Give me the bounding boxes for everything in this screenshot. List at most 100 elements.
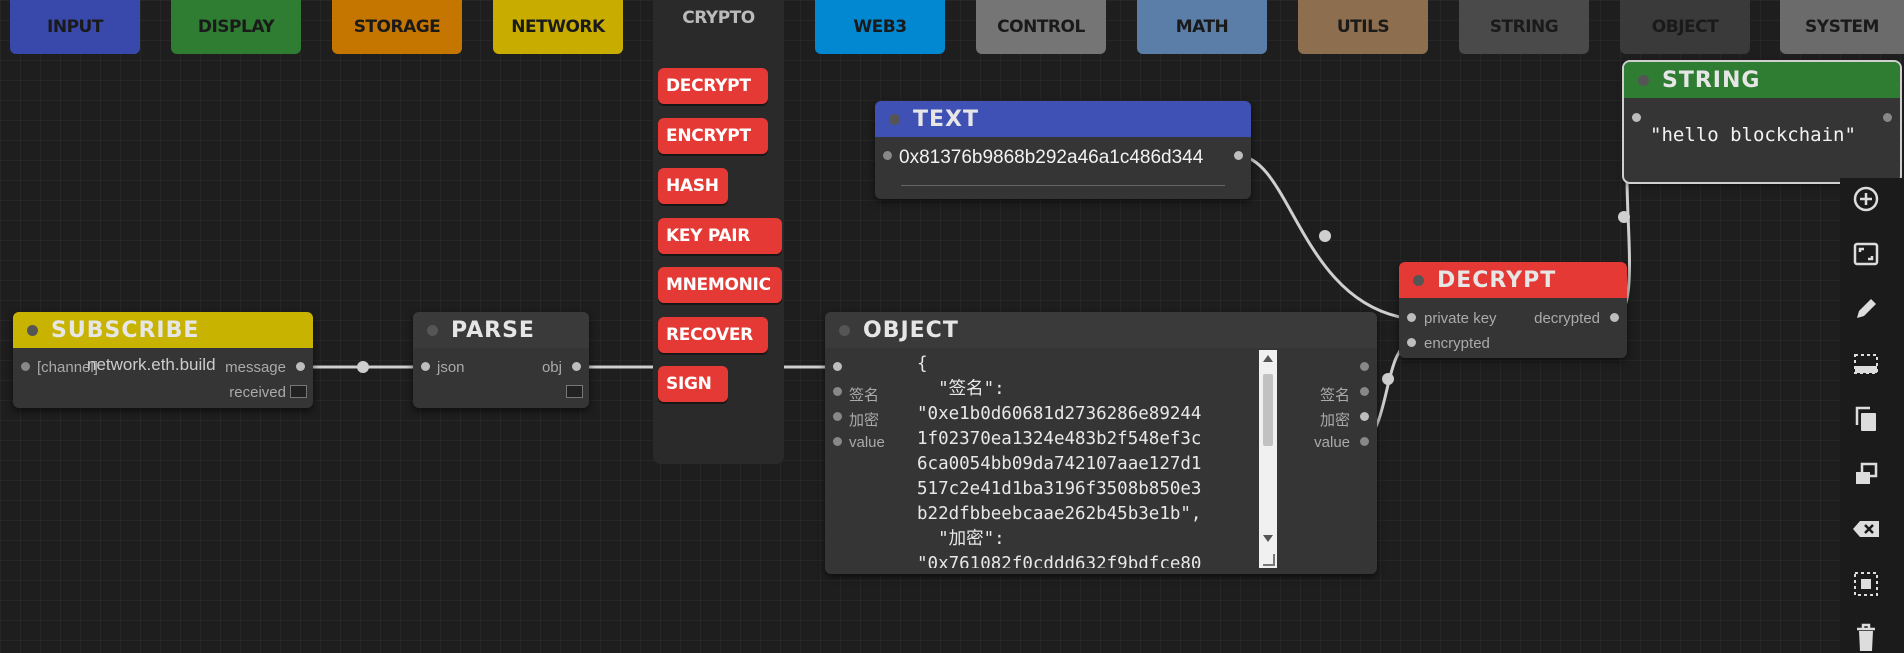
category-tab-display[interactable]: DISPLAY — [171, 0, 301, 54]
json-scrollbar[interactable] — [1259, 350, 1277, 568]
text-node-header[interactable]: TEXT — [875, 101, 1251, 137]
crypto-keypair-button[interactable]: KEY PAIR — [658, 218, 782, 254]
group-icon[interactable] — [1850, 568, 1882, 600]
decrypt-node[interactable]: DECRYPT private key encrypted decrypted — [1399, 262, 1627, 358]
category-tab-input[interactable]: INPUT — [10, 0, 140, 54]
tab-label: SYSTEM — [1805, 17, 1879, 37]
trash-icon[interactable] — [1850, 621, 1882, 653]
string-node[interactable]: STRING "hello blockchain" — [1622, 60, 1902, 184]
scroll-up-arrow-icon[interactable] — [1263, 355, 1273, 362]
category-tab-system[interactable]: SYSTEM — [1780, 0, 1904, 54]
button-label: SIGN — [666, 374, 712, 394]
text-underline — [901, 185, 1225, 186]
obj-output-label: obj — [541, 359, 562, 376]
decrypt-node-header[interactable]: DECRYPT — [1399, 262, 1627, 298]
delete-back-icon[interactable] — [1850, 513, 1882, 545]
parse-node[interactable]: PARSE json obj — [413, 312, 589, 408]
category-tab-network[interactable]: NETWORK — [493, 0, 623, 54]
wire-node — [1319, 230, 1331, 242]
message-output-port[interactable] — [296, 362, 305, 371]
scroll-down-arrow-icon[interactable] — [1263, 535, 1273, 542]
button-label: ENCRYPT — [666, 126, 751, 146]
value-output-label: value — [1314, 434, 1350, 451]
collapse-dot-icon[interactable] — [27, 325, 38, 336]
encrypted-input-port[interactable] — [1407, 338, 1416, 347]
crypto-sign-button[interactable]: SIGN — [658, 366, 728, 402]
received-output-port[interactable] — [290, 385, 307, 398]
tab-label: STRING — [1489, 17, 1559, 37]
encrypt-output-label: 加密 — [1319, 412, 1350, 429]
object-main-input-port[interactable] — [833, 362, 842, 371]
category-tab-storage[interactable]: STORAGE — [332, 0, 462, 54]
tab-label: CONTROL — [997, 17, 1085, 37]
category-tab-web3[interactable]: WEB3 — [815, 0, 945, 54]
object-json-text: { "签名": "0xe1b0d60681d2736286e89244 1f02… — [917, 354, 1202, 568]
collapse-dot-icon[interactable] — [889, 114, 900, 125]
category-tab-control[interactable]: CONTROL — [976, 0, 1106, 54]
button-label: KEY PAIR — [666, 226, 751, 246]
tab-label: INPUT — [47, 17, 103, 37]
collapse-dot-icon[interactable] — [1413, 275, 1424, 286]
category-tab-utils[interactable]: UTILS — [1298, 0, 1428, 54]
received-output-label: received — [229, 384, 286, 401]
collapse-dot-icon[interactable] — [427, 325, 438, 336]
resize-grip-icon[interactable] — [1263, 554, 1275, 566]
channel-input-port[interactable] — [21, 362, 30, 371]
category-tab-crypto[interactable]: CRYPTO — [653, 0, 784, 28]
private-key-input-port[interactable] — [1407, 313, 1416, 322]
category-tab-string[interactable]: STRING — [1459, 0, 1589, 54]
value-output-port[interactable] — [1360, 437, 1369, 446]
parse-error-port[interactable] — [566, 385, 583, 398]
channel-input-value[interactable]: network.eth.build — [87, 355, 216, 375]
node-title: TEXT — [913, 106, 980, 132]
category-tab-math[interactable]: MATH — [1137, 0, 1267, 54]
button-label: RECOVER — [666, 325, 753, 345]
node-title: PARSE — [451, 317, 535, 343]
sign-output-port[interactable] — [1360, 387, 1369, 396]
string-input-port[interactable] — [1632, 113, 1641, 122]
private-key-input-label: private key — [1424, 310, 1497, 327]
crypto-encrypt-button[interactable]: ENCRYPT — [658, 118, 768, 154]
string-node-header[interactable]: STRING — [1624, 62, 1900, 98]
collapse-dot-icon[interactable] — [839, 325, 850, 336]
text-input-port[interactable] — [883, 151, 892, 160]
object-node[interactable]: OBJECT 签名 加密 value { "签名": "0xe1b0d60681… — [825, 312, 1377, 574]
copy-icon[interactable] — [1850, 403, 1882, 435]
node-title: STRING — [1662, 67, 1761, 93]
string-output-port[interactable] — [1883, 113, 1892, 122]
crypto-decrypt-button[interactable]: DECRYPT — [658, 68, 768, 104]
object-output-port[interactable] — [1360, 362, 1369, 371]
json-input-label: json — [437, 359, 465, 376]
sign-input-port[interactable] — [833, 387, 842, 396]
crypto-mnemonic-button[interactable]: MNEMONIC — [658, 267, 782, 303]
zoom-in-icon[interactable] — [1850, 183, 1882, 215]
parse-node-header[interactable]: PARSE — [413, 312, 589, 348]
text-node[interactable]: TEXT 0x81376b9868b292a46a1c486d344 — [875, 101, 1251, 199]
value-input-port[interactable] — [833, 437, 842, 446]
tab-label: STORAGE — [353, 17, 441, 37]
crypto-recover-button[interactable]: RECOVER — [658, 317, 768, 353]
tab-label: NETWORK — [511, 17, 605, 37]
sign-output-label: 签名 — [1319, 387, 1350, 404]
object-json-textarea[interactable]: { "签名": "0xe1b0d60681d2736286e89244 1f02… — [917, 350, 1285, 568]
string-value-field[interactable]: "hello blockchain" — [1650, 124, 1856, 146]
message-output-label: message — [225, 359, 286, 376]
category-tab-object[interactable]: OBJECT — [1620, 0, 1750, 54]
crypto-hash-button[interactable]: HASH — [658, 168, 728, 204]
edit-icon[interactable] — [1850, 293, 1882, 325]
scrollbar-thumb[interactable] — [1263, 374, 1273, 446]
duplicate-icon[interactable] — [1850, 458, 1882, 490]
encrypt-output-port[interactable] — [1360, 412, 1369, 421]
decrypted-output-port[interactable] — [1610, 313, 1619, 322]
json-input-port[interactable] — [421, 362, 430, 371]
collapse-dot-icon[interactable] — [1638, 75, 1649, 86]
subscribe-node[interactable]: SUBSCRIBE [channel] network.eth.build me… — [13, 312, 313, 408]
encrypt-input-port[interactable] — [833, 412, 842, 421]
text-output-port[interactable] — [1234, 151, 1243, 160]
select-area-icon[interactable] — [1850, 348, 1882, 380]
fit-view-icon[interactable] — [1850, 238, 1882, 270]
object-node-header[interactable]: OBJECT — [825, 312, 1377, 348]
obj-output-port[interactable] — [572, 362, 581, 371]
subscribe-node-header[interactable]: SUBSCRIBE — [13, 312, 313, 348]
text-value-field[interactable]: 0x81376b9868b292a46a1c486d344 — [899, 147, 1203, 169]
